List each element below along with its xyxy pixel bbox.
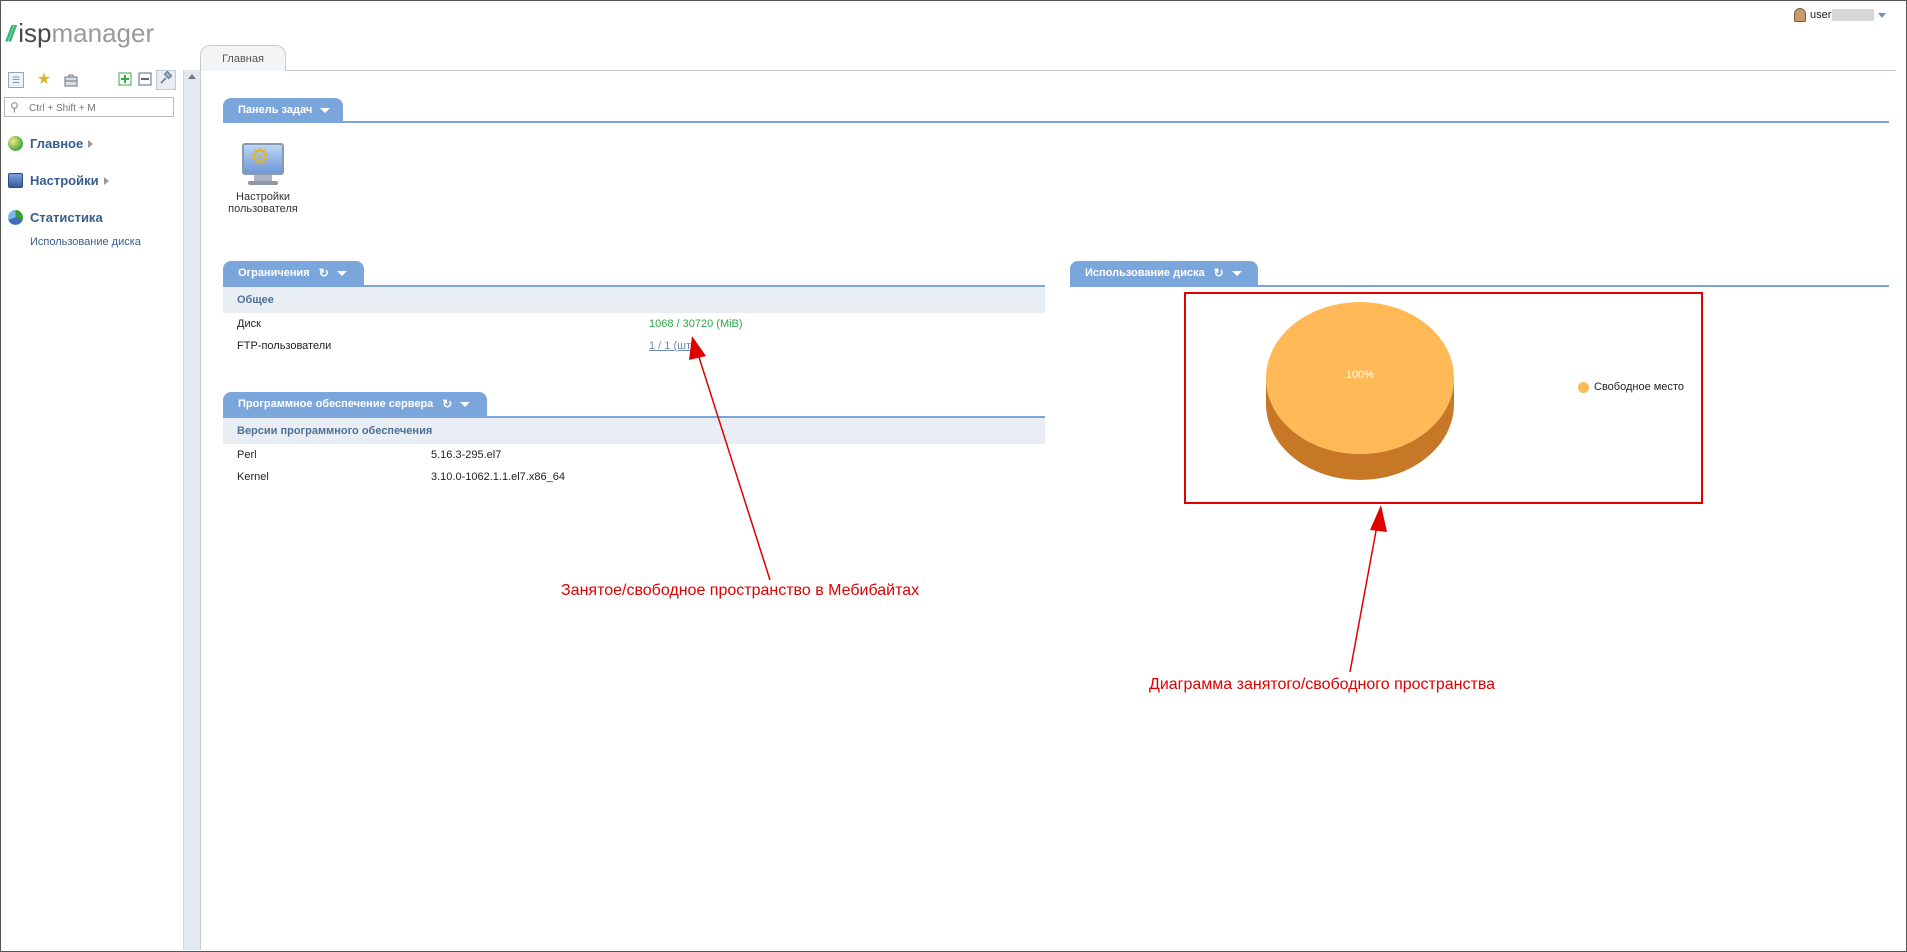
legend-swatch [1578,381,1589,393]
annotation-arrow-right-line [1349,519,1379,673]
annotation-arrow-left-head [689,336,706,360]
annotation-arrow-right-head [1370,505,1387,532]
annotation-left-text: Занятое/свободное пространство в Мебибай… [561,582,920,599]
annotation-arrow-left-line [697,353,771,581]
legend-label: Свободное место [1594,381,1684,393]
chart-legend: Свободное место [1578,381,1684,393]
annotation-right-text: Диаграмма занятого/свободного пространст… [1149,676,1496,693]
annotation-highlight-box [1184,292,1703,504]
